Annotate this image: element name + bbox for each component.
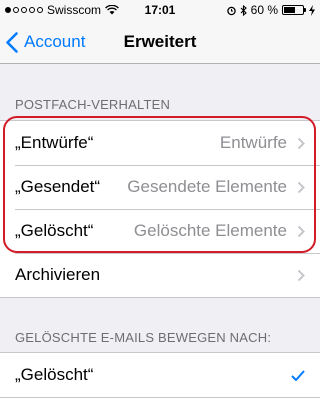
mailbox-behavior-group: „Entwürfe“ Entwürfe „Gesendet“ Gesendete…: [0, 120, 320, 298]
row-label: „Gesendet“: [15, 177, 101, 196]
row-label: Archivieren: [15, 265, 101, 284]
chevron-right-icon: [297, 225, 305, 237]
row-sent[interactable]: „Gesendet“ Gesendete Elemente: [0, 165, 320, 209]
chevron-right-icon: [297, 181, 305, 193]
section-header-mailbox-behavior: POSTFACH-VERHALTEN: [15, 97, 171, 112]
status-indicators: 60 %: [226, 3, 316, 17]
page-title: Erweitert: [123, 32, 197, 51]
charging-icon: [309, 4, 315, 16]
section-header-move-deleted: GELÖSCHTE E-MAILS BEWEGEN NACH:: [15, 330, 272, 345]
move-deleted-group: „Gelöscht“: [0, 352, 320, 398]
row-label: „Gelöscht“: [15, 365, 94, 384]
battery-icon: [282, 5, 306, 15]
row-label: „Entwürfe“: [15, 133, 94, 152]
row-label: „Gelöscht“: [15, 221, 94, 240]
chevron-right-icon: [297, 269, 305, 281]
row-archive[interactable]: Archivieren: [0, 253, 320, 297]
bluetooth-icon: [240, 4, 247, 16]
navigation-bar: Account Erweitert: [0, 20, 320, 64]
row-drafts[interactable]: „Entwürfe“ Entwürfe: [0, 121, 320, 165]
alarm-icon: [226, 6, 236, 15]
row-value: Entwürfe: [219, 133, 287, 152]
row-value: Gelöschte Elemente: [133, 221, 287, 240]
checkmark-icon: [291, 369, 305, 381]
status-bar: Swisscom 17:01 60 %: [0, 0, 320, 20]
row-value: Gesendete Elemente: [127, 177, 287, 196]
battery-percent: 60 %: [250, 3, 278, 17]
row-deleted[interactable]: „Gelöscht“ Gelöschte Elemente: [0, 209, 320, 253]
row-move-to-deleted[interactable]: „Gelöscht“: [0, 353, 320, 397]
chevron-right-icon: [297, 137, 305, 149]
